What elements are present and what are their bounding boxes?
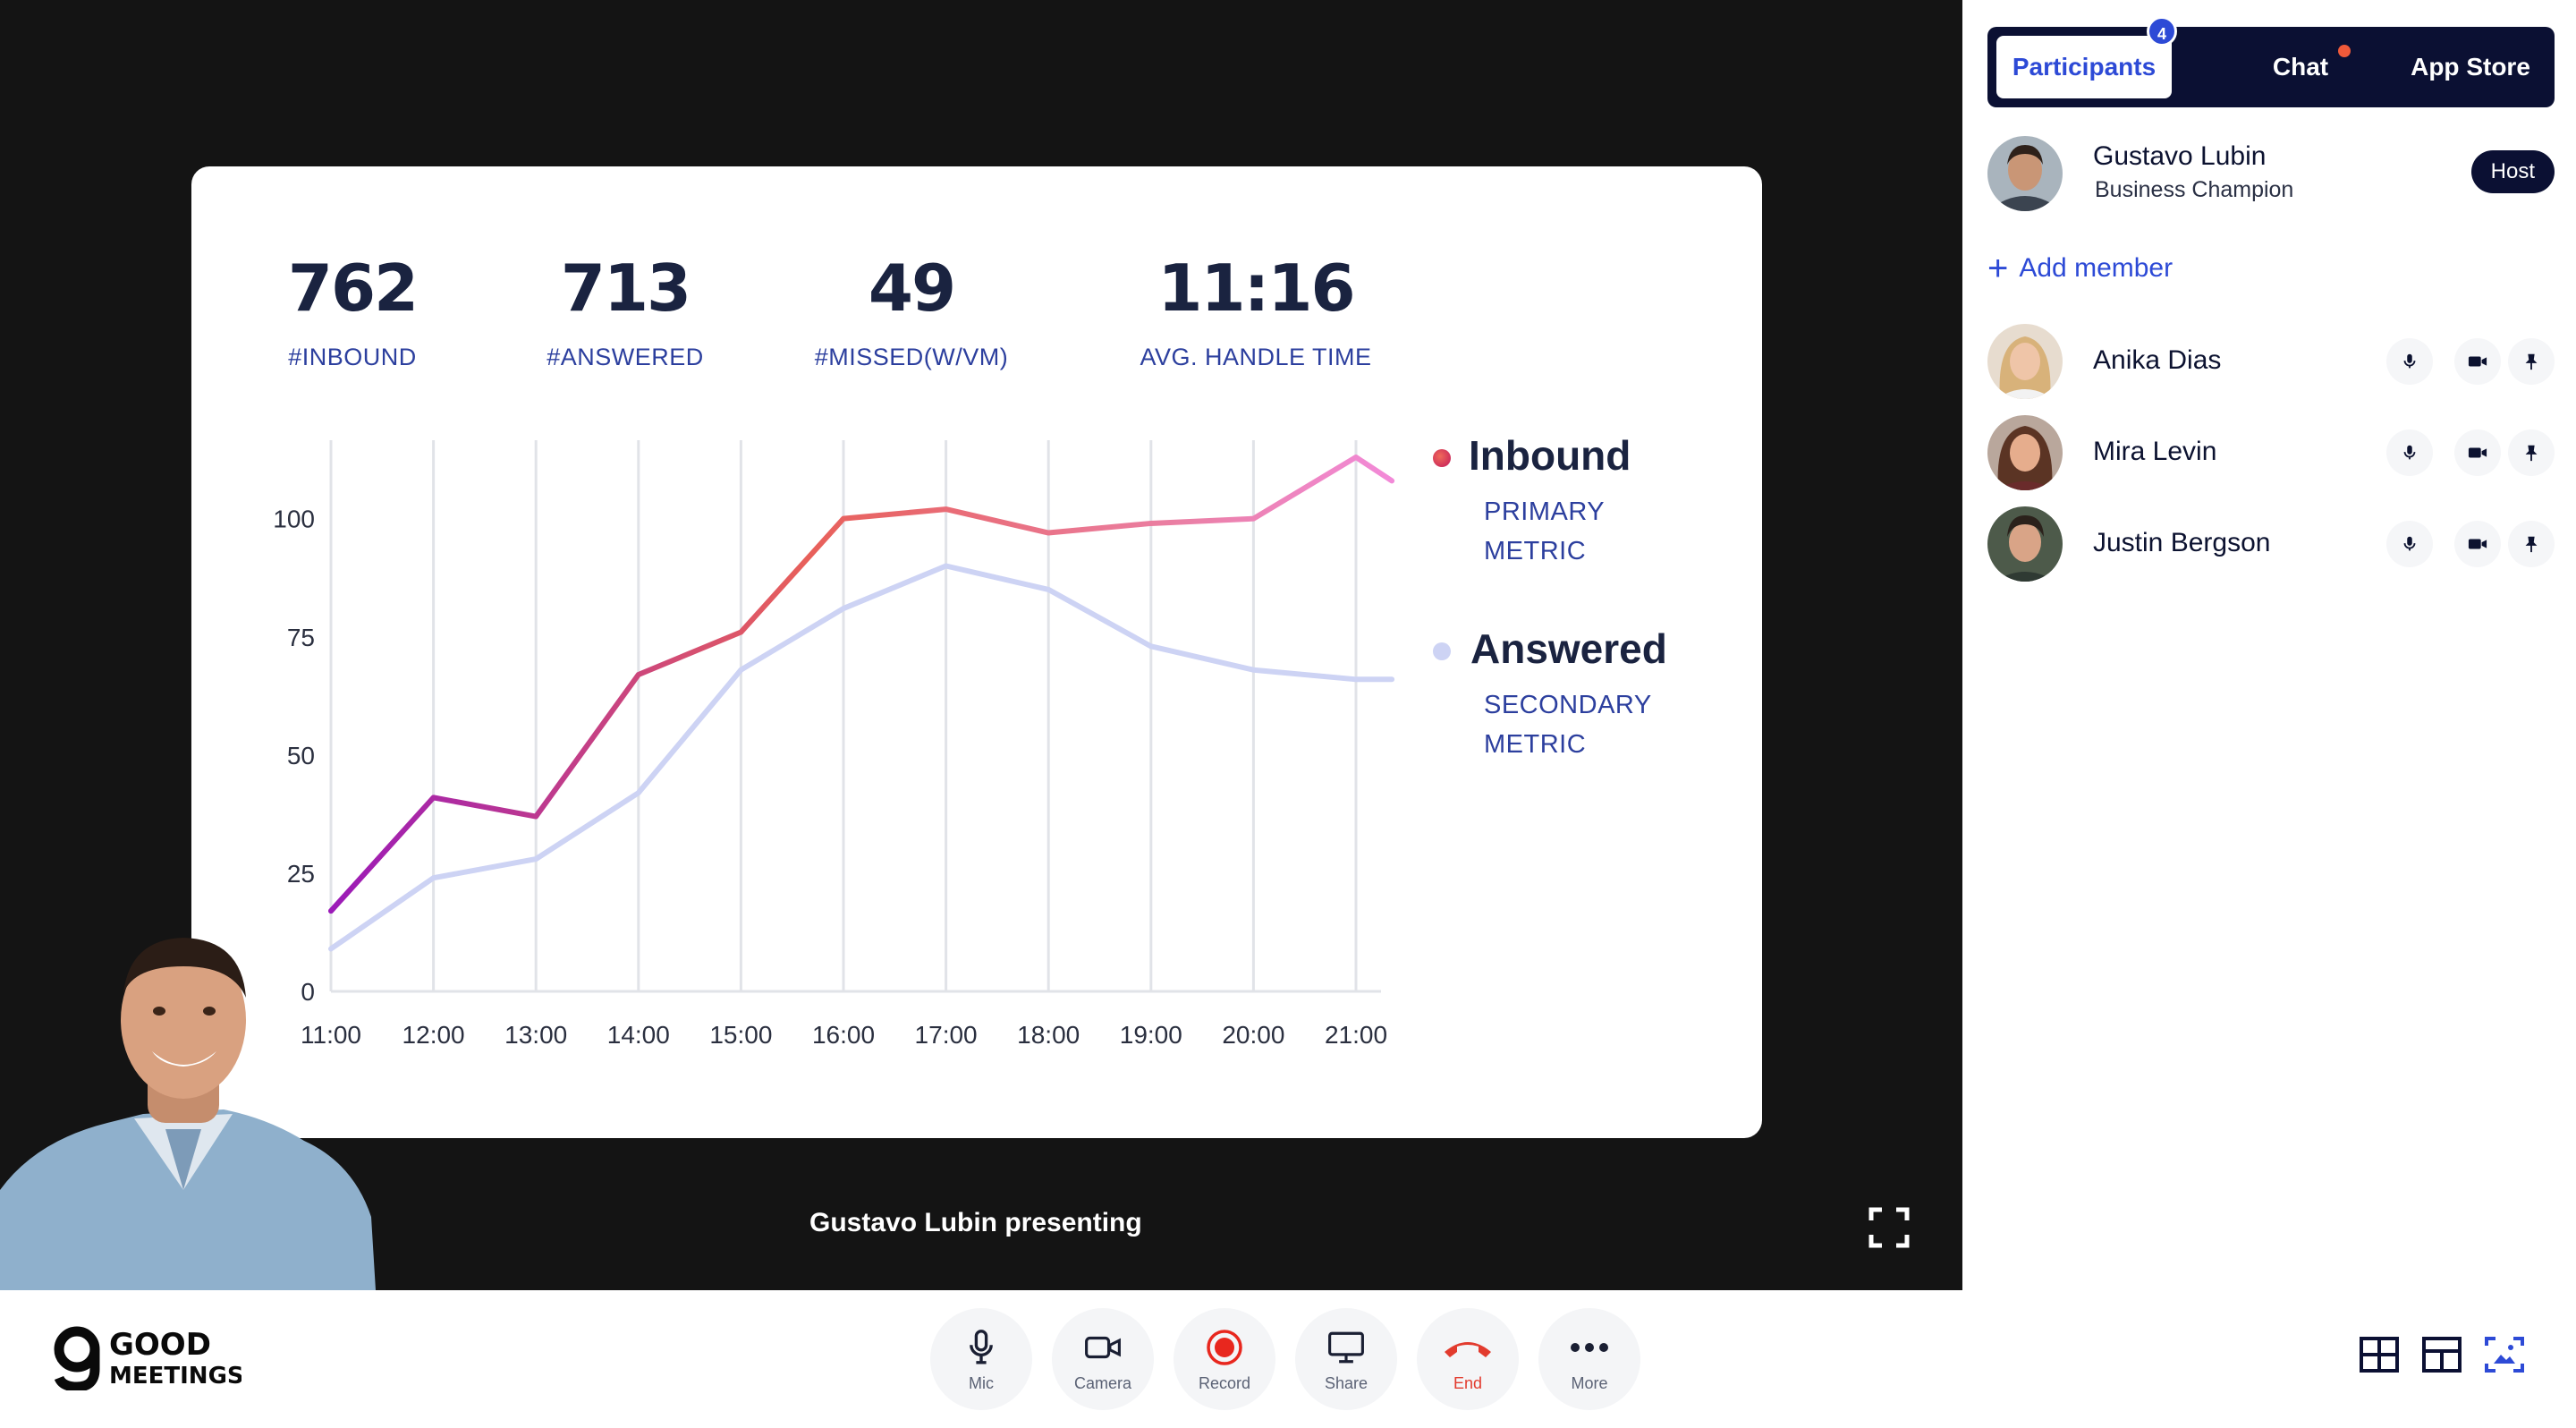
fullscreen-icon[interactable] bbox=[1868, 1206, 1911, 1249]
add-member-button[interactable]: + Add member bbox=[1987, 251, 2173, 286]
good-meetings-logo: GOOD MEETINGS bbox=[54, 1324, 244, 1392]
series-line-inbound bbox=[328, 454, 1395, 914]
legend-inbound-sub1: PRIMARY bbox=[1484, 497, 1606, 526]
y-tick-label: 100 bbox=[273, 506, 315, 533]
mic-icon[interactable] bbox=[2386, 338, 2433, 385]
share-label: Share bbox=[1324, 1374, 1368, 1392]
add-member-label: Add member bbox=[2019, 253, 2174, 283]
tab-participants[interactable]: Participants bbox=[1996, 36, 2172, 98]
member-row: Anika Dias bbox=[1987, 324, 2555, 399]
x-tick-label: 21:00 bbox=[1325, 1021, 1387, 1049]
tab-chat-label: Chat bbox=[2272, 53, 2329, 81]
more-label: More bbox=[1571, 1374, 1608, 1392]
mic-icon bbox=[970, 1330, 993, 1364]
logo-line1: GOOD bbox=[109, 1327, 211, 1363]
avatar bbox=[1987, 136, 2063, 211]
mic-icon[interactable] bbox=[2386, 521, 2433, 567]
speaker-view-icon[interactable] bbox=[2420, 1333, 2463, 1376]
chat-unread-dot bbox=[2338, 45, 2351, 57]
avatar bbox=[1987, 415, 2063, 490]
share-button[interactable]: Share bbox=[1295, 1308, 1397, 1410]
share-screen-icon bbox=[1328, 1331, 1364, 1364]
legend-inbound: Inbound bbox=[1469, 432, 1631, 479]
pin-icon[interactable] bbox=[2508, 338, 2555, 385]
host-row: Gustavo Lubin Business Champion Host bbox=[1987, 134, 2555, 215]
plus-icon: + bbox=[1987, 249, 2009, 288]
member-name: Mira Levin bbox=[2093, 437, 2217, 466]
presenter-video bbox=[0, 938, 376, 1290]
member-name: Anika Dias bbox=[2093, 345, 2222, 375]
mic-icon[interactable] bbox=[2386, 429, 2433, 476]
legend-dot-inbound bbox=[1433, 449, 1451, 467]
series-line-answered bbox=[328, 563, 1395, 952]
mic-button[interactable]: Mic bbox=[930, 1308, 1032, 1410]
legend-inbound-sub2: METRIC bbox=[1484, 537, 1587, 565]
legend-answered-sub2: METRIC bbox=[1484, 730, 1587, 759]
x-tick-label: 12:00 bbox=[402, 1021, 465, 1049]
legend-dot-answered bbox=[1433, 642, 1451, 660]
y-tick-label: 50 bbox=[287, 742, 315, 769]
pin-icon[interactable] bbox=[2508, 521, 2555, 567]
camera-icon[interactable] bbox=[2454, 429, 2501, 476]
x-tick-label: 15:00 bbox=[709, 1021, 772, 1049]
end-call-button[interactable]: End bbox=[1417, 1308, 1519, 1410]
record-label: Record bbox=[1198, 1374, 1251, 1392]
presenting-label: Gustavo Lubin presenting bbox=[809, 1208, 1142, 1237]
tab-app-store[interactable]: App Store bbox=[2390, 36, 2551, 98]
host-name: Gustavo Lubin bbox=[2093, 141, 2267, 171]
end-call-icon bbox=[1445, 1342, 1491, 1357]
avatar bbox=[1987, 506, 2063, 582]
camera-button[interactable]: Camera bbox=[1052, 1308, 1154, 1410]
more-icon bbox=[1571, 1343, 1608, 1352]
avatar bbox=[1987, 324, 2063, 399]
x-tick-label: 14:00 bbox=[607, 1021, 670, 1049]
mic-label: Mic bbox=[969, 1374, 994, 1392]
member-row: Mira Levin bbox=[1987, 415, 2555, 490]
pin-icon[interactable] bbox=[2508, 429, 2555, 476]
control-bar: GOOD MEETINGS Mic Camera Record Share En… bbox=[0, 1290, 2576, 1428]
tab-participants-label: Participants bbox=[2012, 53, 2157, 81]
x-tick-label: 16:00 bbox=[812, 1021, 875, 1049]
video-stage: 762 #INBOUND 713 #ANSWERED 49 #MISSED(W/… bbox=[0, 0, 1962, 1290]
sidebar-tabs: Participants 4 Chat App Store bbox=[1987, 16, 2555, 107]
member-row: Justin Bergson bbox=[1987, 506, 2555, 582]
grid-view-icon[interactable] bbox=[2358, 1333, 2401, 1376]
x-tick-label: 18:00 bbox=[1017, 1021, 1080, 1049]
y-tick-label: 75 bbox=[287, 624, 315, 651]
more-button[interactable]: More bbox=[1538, 1308, 1640, 1410]
x-tick-label: 17:00 bbox=[915, 1021, 978, 1049]
logo-line2: MEETINGS bbox=[109, 1363, 242, 1390]
record-button[interactable]: Record bbox=[1174, 1308, 1275, 1410]
camera-label: Camera bbox=[1073, 1374, 1132, 1392]
presentation-view-icon[interactable] bbox=[2483, 1333, 2526, 1376]
y-tick-label: 25 bbox=[287, 860, 315, 888]
record-icon bbox=[1207, 1330, 1242, 1365]
tab-app-store-label: App Store bbox=[2411, 53, 2530, 81]
x-tick-label: 19:00 bbox=[1120, 1021, 1182, 1049]
legend-answered-sub1: SECONDARY bbox=[1484, 691, 1652, 719]
host-role: Business Champion bbox=[2095, 177, 2294, 202]
x-tick-label: 13:00 bbox=[504, 1021, 567, 1049]
host-badge: Host bbox=[2470, 150, 2555, 193]
shared-slide: 762 #INBOUND 713 #ANSWERED 49 #MISSED(W/… bbox=[191, 166, 1762, 1138]
sidebar: Participants 4 Chat App Store Gustavo Lu… bbox=[1962, 0, 2576, 1290]
legend-answered: Answered bbox=[1470, 625, 1667, 672]
end-label: End bbox=[1453, 1374, 1483, 1392]
camera-icon bbox=[1085, 1336, 1121, 1359]
camera-icon[interactable] bbox=[2454, 338, 2501, 385]
participants-count-badge: 4 bbox=[2147, 16, 2177, 47]
camera-icon[interactable] bbox=[2454, 521, 2501, 567]
x-tick-label: 20:00 bbox=[1222, 1021, 1284, 1049]
member-name: Justin Bergson bbox=[2093, 528, 2271, 557]
